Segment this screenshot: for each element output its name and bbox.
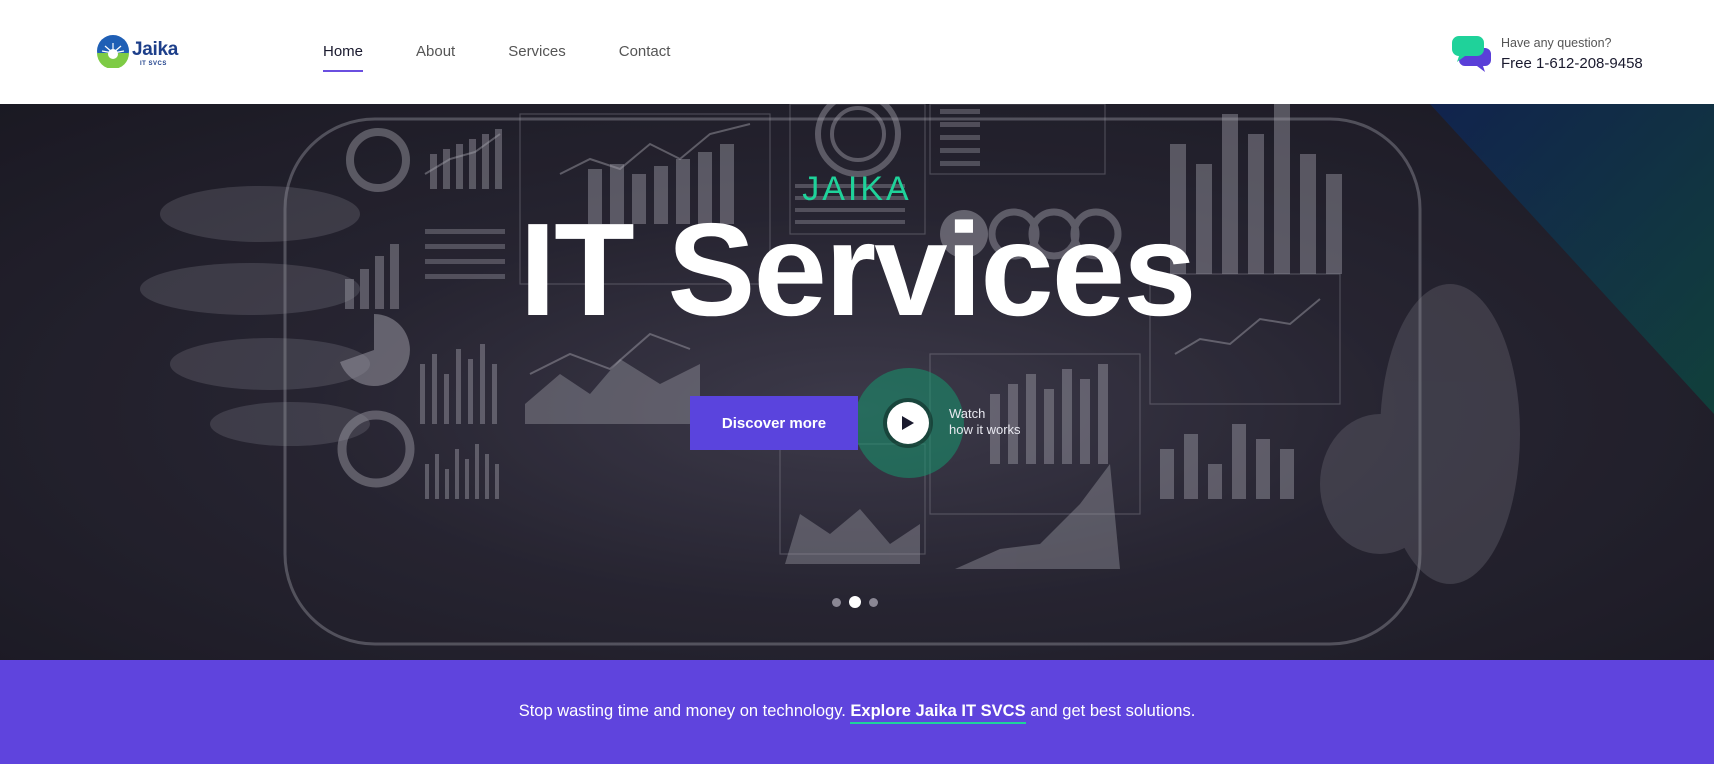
logo[interactable]: Jaika IT SVCS [96,34,186,74]
contact-question: Have any question? [1501,36,1612,50]
watch-label[interactable]: Watch how it works [949,406,1021,438]
main-nav: Home About Services Contact [323,43,723,72]
banner-text: Stop wasting time and money on technolog… [0,702,1714,724]
contact-phone[interactable]: Free 1-612-208-9458 [1501,55,1643,72]
logo-title: Jaika [132,39,179,60]
watch-line-1: Watch [949,406,986,421]
slider-dots [832,596,878,608]
watch-line-2: how it works [949,422,1021,437]
site-header: Jaika IT SVCS Home About Services Contac… [0,0,1714,104]
sunrise-logo-icon [97,35,129,68]
banner-text-before: Stop wasting time and money on technolog… [518,702,846,720]
logo-subtitle: IT SVCS [140,61,167,67]
slider-dot-1[interactable] [832,597,841,607]
nav-contact[interactable]: Contact [619,43,671,60]
slider-dot-3[interactable] [869,597,878,607]
chat-bubbles-icon [1452,36,1491,72]
nav-home[interactable]: Home [323,43,364,72]
explore-link[interactable]: Explore Jaika IT SVCS [850,702,1026,724]
contact-box: Have any question? Free 1-612-208-9458 [1451,34,1671,74]
banner-text-after: and get best solutions. [1030,702,1196,720]
play-icon [902,416,914,430]
slider-dot-2[interactable] [849,596,861,608]
nav-services[interactable]: Services [508,43,566,60]
promo-banner: Stop wasting time and money on technolog… [0,660,1714,764]
hero-section: JAIKA IT Services Discover more Watch ho… [0,104,1714,660]
discover-more-button[interactable]: Discover more [690,396,858,450]
nav-about[interactable]: About [416,43,455,60]
play-button[interactable] [887,402,929,444]
hero-title: IT Services [519,196,1196,343]
